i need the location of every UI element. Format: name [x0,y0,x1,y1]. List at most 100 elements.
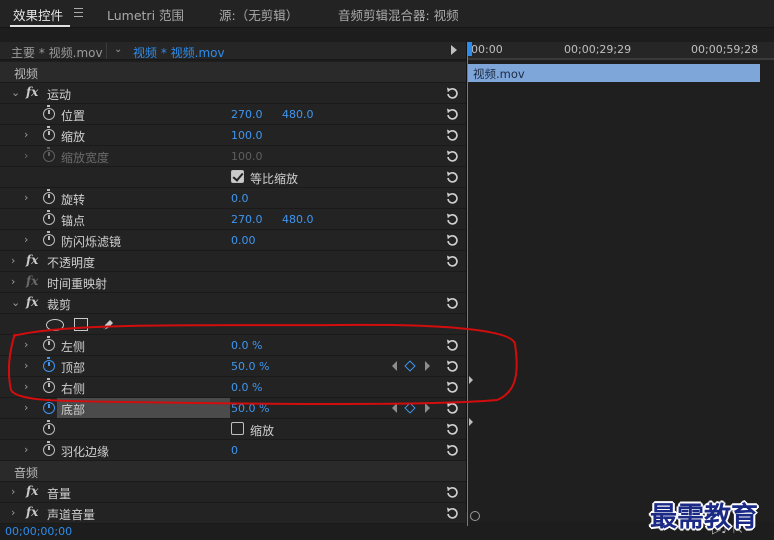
chevron-right-icon[interactable]: › [24,380,28,393]
reset-icon[interactable] [445,338,459,352]
chevron-right-icon[interactable]: › [11,506,15,519]
effect-volume[interactable]: › fx 音量 [0,482,466,503]
effect-crop[interactable]: ⌄ fx 裁剪 [0,293,466,314]
next-keyframe-icon[interactable] [425,403,430,413]
tab-effect-controls[interactable]: 效果控件 [13,5,63,24]
reset-icon[interactable] [445,359,459,373]
tab-lumetri-scopes[interactable]: Lumetri 范围 [107,5,184,24]
crop-right-number[interactable]: 0.0 [231,381,249,394]
rotation-value[interactable]: 0.0 [231,192,249,205]
reset-icon[interactable] [445,506,459,520]
timeline-clip[interactable]: 视频.mov [468,64,760,82]
ellipse-mask-icon[interactable] [46,319,64,331]
chevron-right-icon[interactable]: › [24,443,28,456]
reset-icon[interactable] [445,170,459,184]
stopwatch-icon[interactable] [43,441,55,456]
pen-mask-icon[interactable] [100,317,116,333]
chevron-down-icon[interactable]: ⌄ [11,86,20,99]
feather-value[interactable]: 0 [231,444,238,457]
anchor-y-value[interactable]: 480.0 [282,213,314,226]
uniform-scale-checkbox[interactable] [231,170,244,183]
prev-keyframe-icon[interactable] [392,403,397,413]
stopwatch-icon[interactable] [43,399,55,414]
position-y-value[interactable]: 480.0 [282,108,314,121]
crop-left-number[interactable]: 0.0 [231,339,249,352]
reset-icon[interactable] [445,485,459,499]
show-timeline-icon[interactable] [451,45,457,55]
rectangle-mask-icon[interactable] [74,318,88,331]
effect-channel-volume[interactable]: › fx 声道音量 [0,503,466,524]
reset-icon[interactable] [445,191,459,205]
chevron-down-icon[interactable]: ⌄ [11,296,20,309]
zoom-handle[interactable] [470,511,480,521]
crop-top-number[interactable]: 50.0 [231,360,256,373]
next-keyframe-icon[interactable] [425,361,430,371]
anti-flicker-value[interactable]: 0.00 [231,234,256,247]
fx-icon[interactable]: fx [26,253,38,267]
chevron-right-icon[interactable]: › [11,275,15,288]
reset-icon[interactable] [445,380,459,394]
chevron-right-icon[interactable]: › [24,338,28,351]
stopwatch-icon[interactable] [43,210,55,225]
stopwatch-icon[interactable] [43,231,55,246]
keyframe-marker[interactable] [469,418,473,426]
sequence-clip-label[interactable]: 视频 * 视频.mov [133,44,225,61]
playhead-handle[interactable] [467,42,472,56]
fx-icon[interactable]: fx [26,295,38,309]
prop-position: 位置 270.0 480.0 [0,104,466,125]
add-keyframe-icon[interactable] [404,360,416,372]
reset-icon[interactable] [445,128,459,142]
stopwatch-icon[interactable] [43,420,55,435]
stopwatch-icon[interactable] [43,357,55,372]
reset-icon[interactable] [445,233,459,247]
reset-icon[interactable] [445,86,459,100]
stopwatch-icon[interactable] [43,378,55,393]
tab-audio-clip-mixer[interactable]: 音频剪辑混合器: 视频 [338,5,459,24]
keyframe-marker[interactable] [469,376,473,384]
chevron-down-icon[interactable]: ⌄ [114,44,122,55]
master-clip-label[interactable]: 主要 * 视频.mov [11,44,103,61]
ruler-tick-label: 00;00;29;29 [564,43,632,56]
anchor-x-value[interactable]: 270.0 [231,213,263,226]
tab-source[interactable]: 源:（无剪辑） [219,5,298,24]
add-keyframe-icon[interactable] [404,402,416,414]
panel-menu-icon[interactable] [74,8,83,17]
effect-motion[interactable]: ⌄ fx 运动 [0,83,466,104]
stopwatch-icon[interactable] [43,189,55,204]
stopwatch-icon[interactable] [43,105,55,120]
chevron-right-icon[interactable]: › [11,254,15,267]
effect-opacity[interactable]: › fx 不透明度 [0,251,466,272]
chevron-right-icon[interactable]: › [11,485,15,498]
current-timecode[interactable]: 00;00;00;00 [5,525,72,538]
crop-bottom-value[interactable]: 50.0 % [231,402,269,415]
chevron-right-icon[interactable]: › [24,191,28,204]
reset-icon[interactable] [445,254,459,268]
prev-keyframe-icon[interactable] [392,361,397,371]
reset-icon[interactable] [445,443,459,457]
chevron-right-icon[interactable]: › [24,233,28,246]
stopwatch-icon[interactable] [43,336,55,351]
chevron-right-icon[interactable]: › [24,128,28,141]
crop-right-value[interactable]: 0.0 % [231,381,262,394]
stopwatch-icon[interactable] [43,126,55,141]
reset-icon[interactable] [445,107,459,121]
chevron-right-icon[interactable]: › [24,401,28,414]
crop-top-value[interactable]: 50.0 % [231,360,269,373]
time-ruler[interactable]: 00:00 00;00;29;29 00;00;59;28 [467,42,774,60]
position-x-value[interactable]: 270.0 [231,108,263,121]
chevron-right-icon[interactable]: › [24,359,28,372]
fx-icon[interactable]: fx [26,505,38,519]
reset-icon[interactable] [445,296,459,310]
reset-icon[interactable] [445,422,459,436]
crop-zoom-checkbox[interactable] [231,422,244,435]
reset-icon[interactable] [445,212,459,226]
effect-time-remap[interactable]: › fx 时间重映射 [0,272,466,293]
fx-icon[interactable]: fx [26,85,38,99]
crop-bottom-number[interactable]: 50.0 [231,402,256,415]
reset-icon[interactable] [445,149,459,163]
crop-left-value[interactable]: 0.0 % [231,339,262,352]
reset-icon[interactable] [445,401,459,415]
mini-timeline[interactable]: 00:00 00;00;29;29 00;00;59;28 视频.mov [467,42,774,526]
scale-value[interactable]: 100.0 [231,129,263,142]
fx-icon[interactable]: fx [26,484,38,498]
